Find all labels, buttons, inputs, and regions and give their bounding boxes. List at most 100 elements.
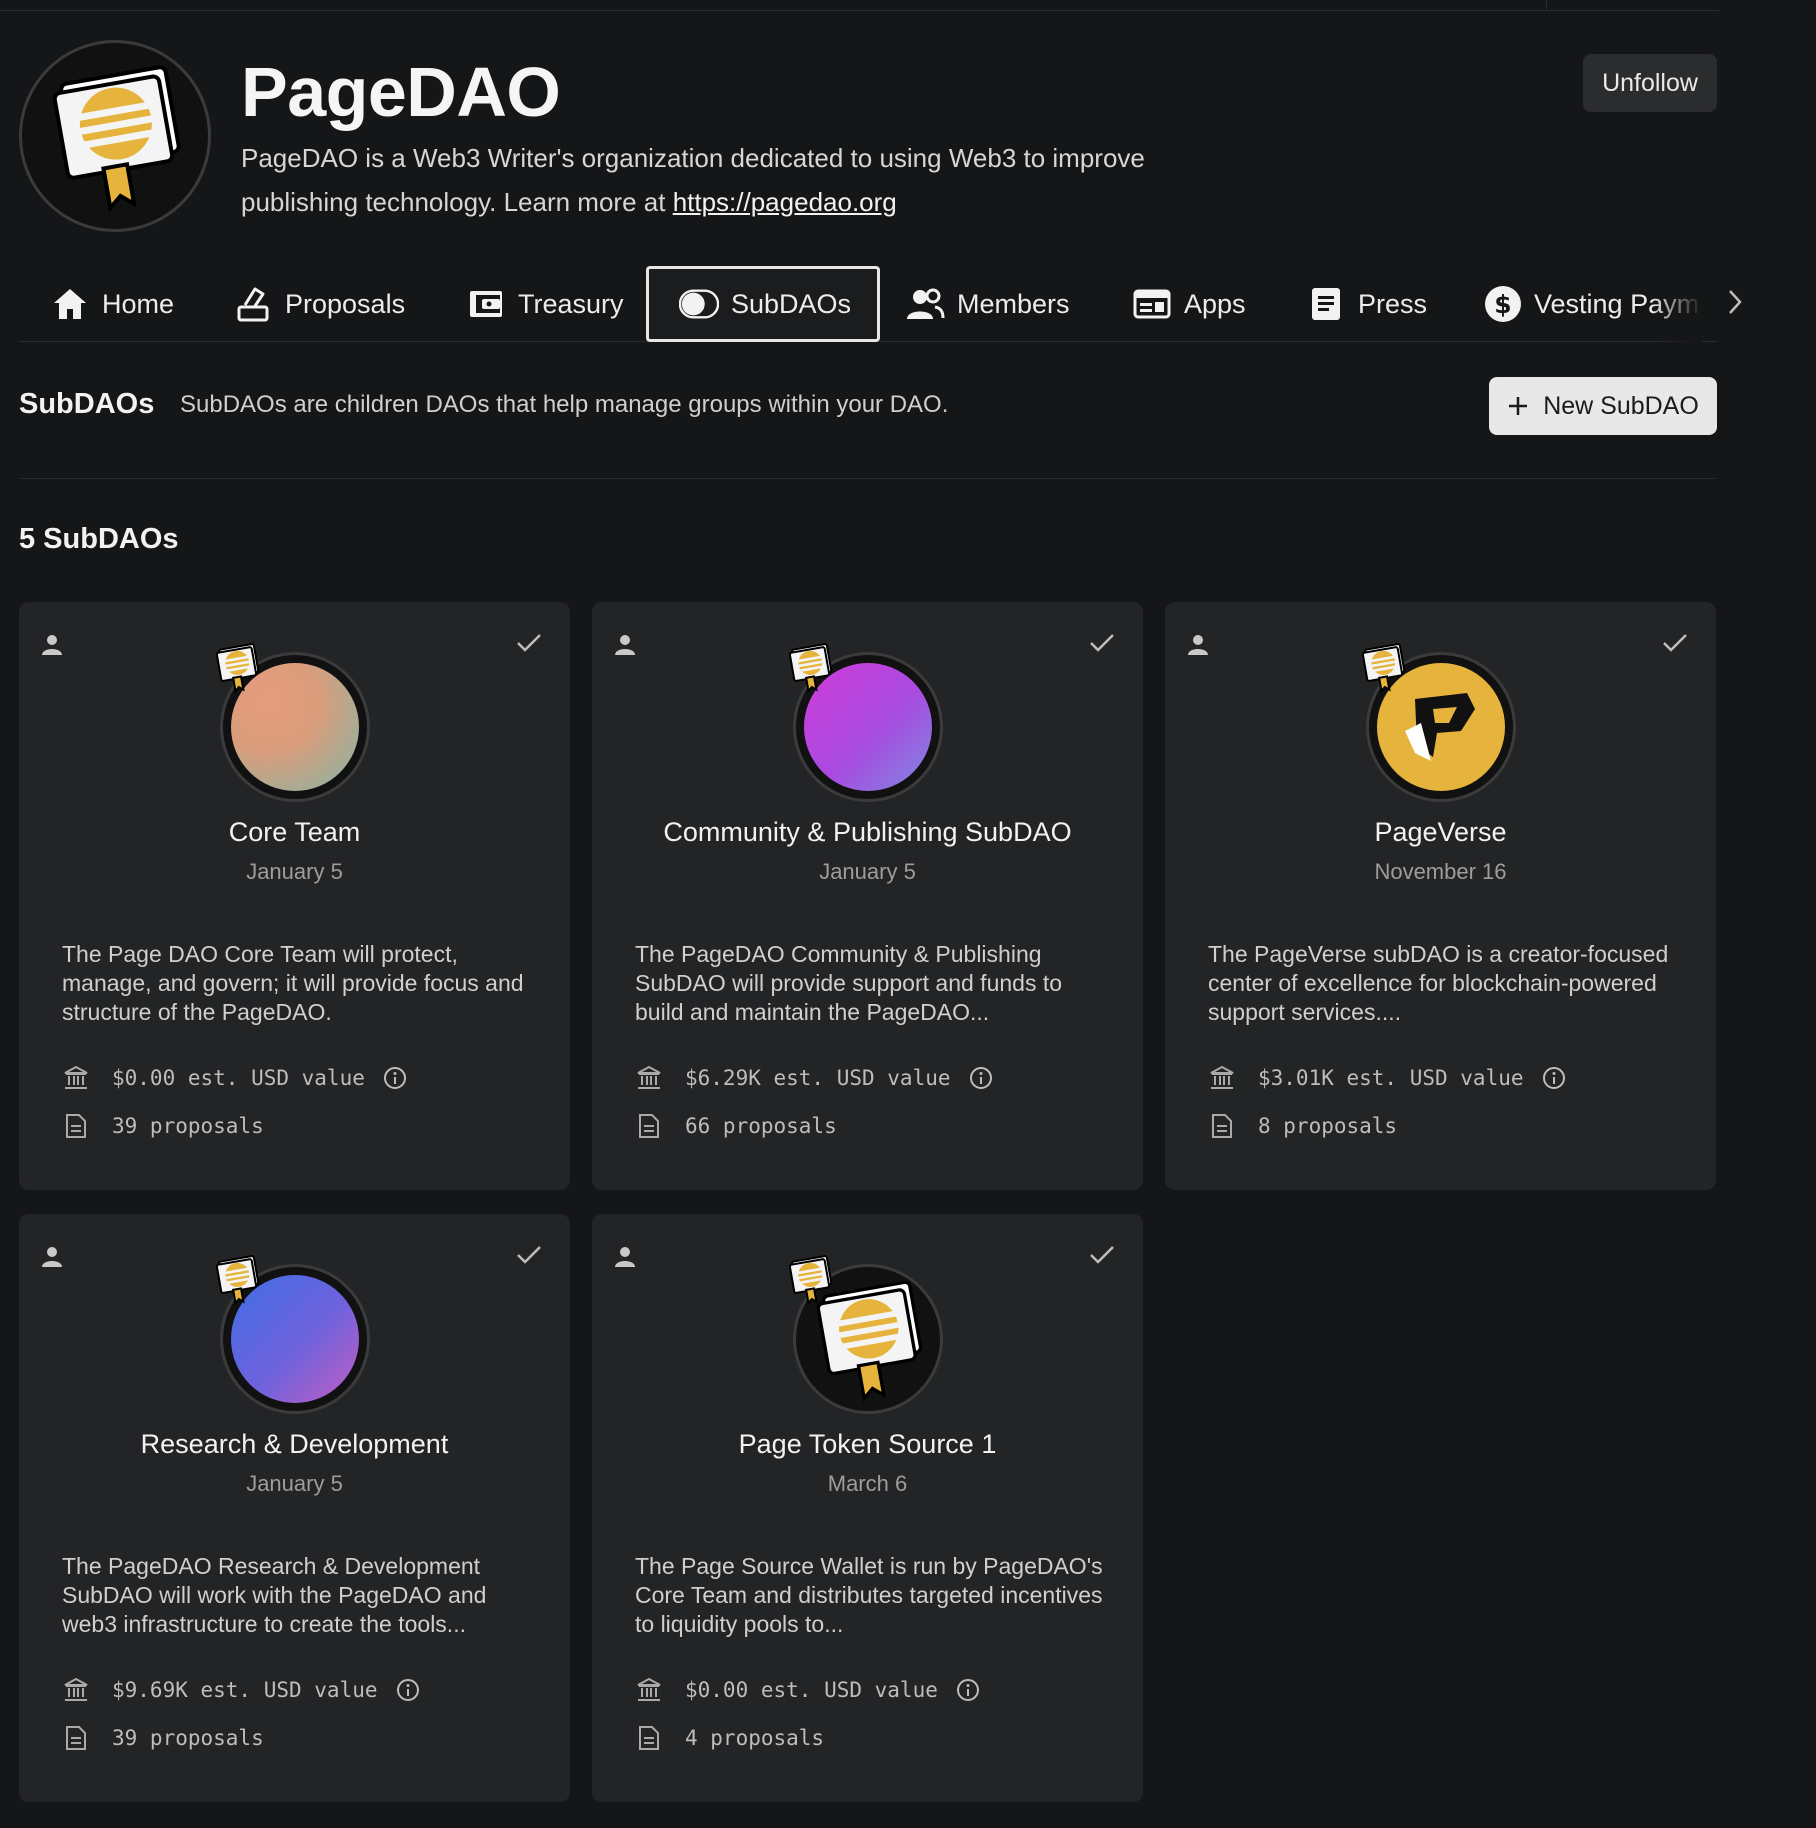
- parent-dao-badge-icon: [785, 1250, 835, 1308]
- subdao-card[interactable]: Page Token Source 1 March 6 The Page Sou…: [592, 1214, 1143, 1802]
- user-icon: [614, 1246, 636, 1273]
- tab-treasury[interactable]: Treasury: [456, 266, 634, 342]
- info-icon[interactable]: [383, 1066, 407, 1090]
- document-icon: [1208, 1112, 1236, 1140]
- tab-bar: Home Proposals Treasury SubDAOs Members: [19, 266, 1717, 342]
- svg-text:$: $: [1494, 290, 1511, 319]
- subdao-card[interactable]: PageVerse November 16 The PageVerse subD…: [1165, 602, 1716, 1190]
- subdao-name: Core Team: [228, 817, 361, 847]
- bank-icon: [62, 1676, 90, 1704]
- subdao-proposals: 39 proposals: [62, 1112, 264, 1140]
- user-icon: [41, 634, 63, 661]
- tab-home[interactable]: Home: [40, 266, 184, 342]
- tab-apps[interactable]: Apps: [1122, 266, 1256, 342]
- dao-description: PageDAO is a Web3 Writer's organization …: [241, 136, 1241, 224]
- book-logo-icon: [52, 65, 181, 213]
- subdao-usd-value: $6.29K est. USD value: [635, 1064, 993, 1092]
- tab-subdaos-label: SubDAOs: [731, 288, 852, 319]
- subdao-date: January 5: [246, 1471, 343, 1496]
- check-icon[interactable]: [1089, 632, 1115, 659]
- subdao-proposals: 4 proposals: [635, 1724, 824, 1752]
- subdao-card[interactable]: Core Team January 5 The Page DAO Core Te…: [19, 602, 570, 1190]
- check-icon[interactable]: [1662, 632, 1688, 659]
- proposals-count-text: 4 proposals: [685, 1726, 825, 1750]
- document-icon: [1306, 284, 1346, 324]
- usd-value-text: $0.00 est. USD value: [112, 1066, 365, 1090]
- top-divider: [0, 10, 1719, 11]
- new-subdao-button[interactable]: New SubDAO: [1489, 377, 1717, 435]
- home-icon: [50, 284, 90, 324]
- subdao-avatar-wrap: [215, 1255, 370, 1414]
- section-divider: [19, 478, 1717, 479]
- document-icon: [62, 1112, 90, 1140]
- parent-dao-badge-icon: [1358, 638, 1408, 696]
- subdao-avatar-wrap: [1361, 643, 1516, 802]
- toggle-icon: [679, 284, 719, 324]
- section-title: SubDAOs: [19, 388, 155, 420]
- subdao-date: January 5: [819, 859, 916, 884]
- info-icon[interactable]: [396, 1678, 420, 1702]
- info-icon[interactable]: [1542, 1066, 1566, 1090]
- page: PageDAO PageDAO is a Web3 Writer's organ…: [0, 0, 1816, 1828]
- subdao-avatar-wrap: [788, 1255, 943, 1414]
- subdao-description: The PageVerse subDAO is a creator-focuse…: [1208, 941, 1669, 1025]
- tab-proposals-label: Proposals: [285, 288, 406, 319]
- dao-website-link[interactable]: https://pagedao.org: [673, 187, 897, 217]
- tab-members-label: Members: [957, 288, 1070, 319]
- bank-icon: [62, 1064, 90, 1092]
- subdao-description: The PageDAO Research & Development SubDA…: [62, 1553, 487, 1637]
- usd-value-text: $3.01K est. USD value: [1258, 1066, 1524, 1090]
- subdao-avatar-wrap: [788, 643, 943, 802]
- tab-vesting-payments[interactable]: $ Vesting Paym: [1474, 266, 1702, 342]
- document-icon: [62, 1724, 90, 1752]
- top-divider-tick: [1546, 0, 1547, 10]
- usd-value-text: $6.29K est. USD value: [685, 1066, 951, 1090]
- subdao-date: November 16: [1374, 859, 1507, 884]
- tab-proposals[interactable]: Proposals: [223, 266, 415, 342]
- subdao-date: March 6: [827, 1471, 908, 1496]
- tab-members[interactable]: Members: [895, 266, 1080, 342]
- subdao-name: Community & Publishing SubDAO: [663, 817, 1072, 847]
- subdao-description: The PageDAO Community & Publishing SubDA…: [635, 941, 1063, 1025]
- subdao-usd-value: $0.00 est. USD value: [62, 1064, 407, 1092]
- info-icon[interactable]: [969, 1066, 993, 1090]
- subdao-description: The Page Source Wallet is run by PageDAO…: [635, 1553, 1103, 1637]
- subdao-proposals: 66 proposals: [635, 1112, 837, 1140]
- unfollow-button[interactable]: Unfollow: [1583, 54, 1717, 112]
- tab-treasury-label: Treasury: [518, 288, 624, 319]
- chevron-right-icon[interactable]: [1717, 282, 1753, 322]
- dollar-icon: $: [1484, 284, 1522, 324]
- dao-name: PageDAO: [241, 53, 561, 131]
- tab-home-label: Home: [102, 288, 175, 319]
- tab-press[interactable]: Press: [1296, 266, 1437, 342]
- subdao-proposals: 39 proposals: [62, 1724, 264, 1752]
- parent-dao-badge-icon: [212, 1250, 262, 1308]
- document-icon: [635, 1724, 663, 1752]
- subdao-avatar-wrap: [215, 643, 370, 802]
- usd-value-text: $9.69K est. USD value: [112, 1678, 378, 1702]
- tab-overflow-fade: [1652, 266, 1702, 342]
- parent-dao-badge-icon: [212, 638, 262, 696]
- proposals-count-text: 39 proposals: [112, 1726, 264, 1750]
- tab-press-label: Press: [1358, 288, 1428, 319]
- subdao-card[interactable]: Research & Development January 5 The Pag…: [19, 1214, 570, 1802]
- section-description: SubDAOs are children DAOs that help mana…: [180, 391, 949, 418]
- info-icon[interactable]: [956, 1678, 980, 1702]
- proposals-icon: [233, 284, 273, 324]
- wallet-icon: [466, 284, 506, 324]
- bank-icon: [635, 1064, 663, 1092]
- parent-dao-badge-icon: [785, 638, 835, 696]
- check-icon[interactable]: [516, 1244, 542, 1271]
- subdao-proposals: 8 proposals: [1208, 1112, 1397, 1140]
- bank-icon: [1208, 1064, 1236, 1092]
- dao-logo: [19, 40, 211, 232]
- tab-apps-label: Apps: [1184, 288, 1246, 319]
- tab-subdaos[interactable]: SubDAOs: [646, 266, 880, 342]
- subdao-usd-value: $3.01K est. USD value: [1208, 1064, 1566, 1092]
- subdao-card[interactable]: Community & Publishing SubDAO January 5 …: [592, 602, 1143, 1190]
- subdao-count: 5 SubDAOs: [19, 523, 179, 555]
- check-icon[interactable]: [1089, 1244, 1115, 1271]
- proposals-count-text: 66 proposals: [685, 1114, 837, 1138]
- check-icon[interactable]: [516, 632, 542, 659]
- user-icon: [614, 634, 636, 661]
